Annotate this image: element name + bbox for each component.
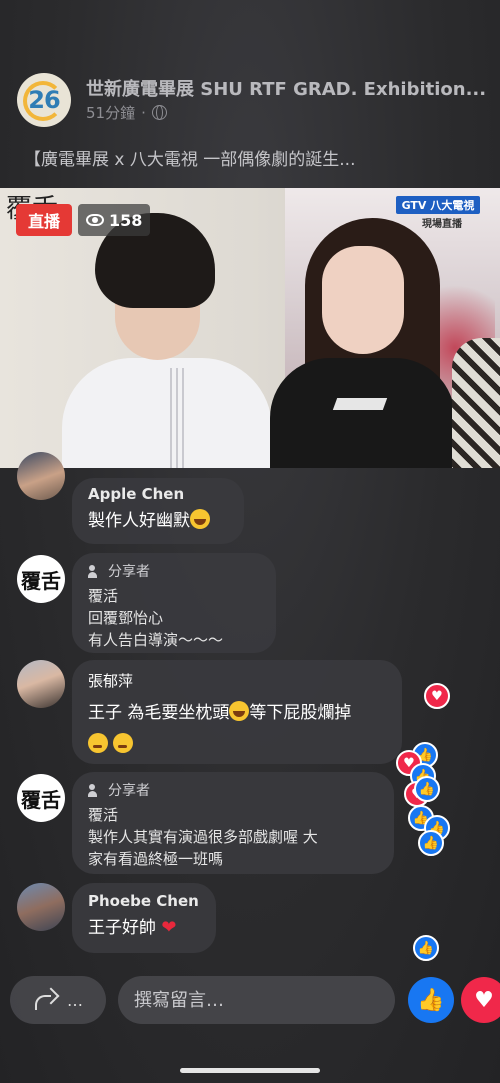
reply-to[interactable]: 回覆鄧怡心 <box>88 607 260 629</box>
comment-bubble: Apple Chen 製作人好幽默 <box>72 478 244 544</box>
comment-bubble: 分享者 覆活 回覆鄧怡心 有人告白導演～～～ <box>72 553 276 653</box>
comment-text-part1: 王子 為毛要坐枕頭 <box>88 703 230 723</box>
video-person-edge <box>452 338 500 468</box>
comment-author[interactable]: 覆活 <box>88 585 260 607</box>
avatar-logo-text: 覆舌 <box>21 787 61 812</box>
comment-bubble: 分享者 覆活 製作人其實有演過很多部戲劇喔 大 家有看過終極一班嗎 <box>72 772 394 874</box>
thinking-emoji-icon <box>113 733 134 753</box>
comment-author[interactable]: 覆活 <box>88 804 378 826</box>
meta-dot: · <box>141 103 146 122</box>
video-person-right <box>270 358 455 468</box>
comment-text-part2: 等下屁股爛掉 <box>249 703 352 723</box>
like-button[interactable]: 👍 <box>408 977 454 1023</box>
home-indicator[interactable] <box>180 1068 320 1073</box>
love-button[interactable]: ♥ <box>461 977 500 1023</box>
heart-emoji-icon: ❤ <box>161 917 177 938</box>
share-arrow-icon <box>33 989 59 1011</box>
comment-text: 有人告白導演～～～ <box>88 631 224 649</box>
post-meta: 51分鐘 · <box>86 102 167 123</box>
avatar-logo-text: 覆舌 <box>21 568 61 593</box>
sharer-role: 分享者 <box>88 780 378 800</box>
laughing-emoji-icon <box>190 509 210 529</box>
avatar[interactable] <box>17 883 65 931</box>
live-video[interactable]: 覆舌 <box>0 188 500 468</box>
channel-subtitle: 現場直播 <box>422 219 462 230</box>
comment-text-content: 王子好帥 <box>88 918 156 938</box>
avatar[interactable]: 覆舌 <box>17 774 65 822</box>
viewer-count: 158 <box>109 210 143 230</box>
like-reaction-icon: 👍 <box>414 776 440 802</box>
comment-author[interactable]: 張郁萍 <box>88 669 386 693</box>
heart-icon: ♥ <box>474 987 494 1013</box>
comment-bubble: Phoebe Chen 王子好帥 ❤ <box>72 883 216 953</box>
thumbs-up-icon: 👍 <box>417 987 445 1013</box>
comment-text: 王子好帥 ❤ <box>88 916 200 940</box>
comment-text-line1: 製作人其實有演過很多部戲劇喔 大 <box>88 828 318 846</box>
like-reaction-icon: 👍 <box>418 830 444 856</box>
live-badge: 直播 <box>16 204 73 236</box>
share-more-dots: … <box>67 990 83 1010</box>
globe-icon <box>151 105 167 120</box>
avatar[interactable] <box>17 660 65 708</box>
comment-text: 王子 為毛要坐枕頭 等下屁股爛掉 <box>88 701 386 725</box>
video-person-right-face <box>322 246 404 354</box>
viewer-count-badge: 158 <box>78 204 151 236</box>
comment-text: 製作人好幽默 <box>88 509 228 533</box>
time-ago: 51分鐘 <box>86 104 136 122</box>
comment-author[interactable]: Apple Chen <box>88 485 228 503</box>
eye-icon <box>86 214 104 226</box>
share-button[interactable]: … <box>10 976 106 1024</box>
channel-name: 八大電視 <box>430 199 475 212</box>
comment-emoji-line <box>88 733 386 757</box>
love-reaction-icon: ♥ <box>424 683 450 709</box>
video-person-left <box>62 358 272 468</box>
channel-badge: GTV 八大電視 <box>396 196 480 214</box>
avatar[interactable] <box>17 452 65 500</box>
sharer-role: 分享者 <box>88 561 260 581</box>
comment-bubble: 張郁萍 王子 為毛要坐枕頭 等下屁股爛掉 <box>72 660 402 764</box>
avatar[interactable]: 覆舌 <box>17 555 65 603</box>
sharer-label: 分享者 <box>108 564 150 580</box>
person-icon <box>88 783 102 797</box>
person-icon <box>88 564 102 578</box>
channel-prefix: GTV <box>401 198 427 212</box>
comment-author[interactable]: Phoebe Chen <box>88 892 200 910</box>
page-name[interactable]: 世新廣電畢展 SHU RTF GRAD. Exhibition... <box>86 75 486 101</box>
post-title[interactable]: 【廣電畢展 x 八大電視 一部偶像劇的誕生... <box>24 145 484 170</box>
comment-text-line2: 家有看過終極一班嗎 <box>88 850 224 868</box>
laughing-emoji-icon <box>229 701 250 721</box>
comment-input[interactable] <box>118 976 395 1024</box>
avatar-ring-decoration <box>23 81 63 121</box>
sharer-label: 分享者 <box>108 783 150 799</box>
post-header: 26 世新廣電畢展 SHU RTF GRAD. Exhibition... 51… <box>0 0 500 190</box>
thinking-emoji-icon <box>88 733 108 753</box>
page-avatar[interactable]: 26 <box>17 73 71 127</box>
like-reaction-icon: 👍 <box>413 935 439 961</box>
comment-text-content: 製作人好幽默 <box>88 511 190 531</box>
